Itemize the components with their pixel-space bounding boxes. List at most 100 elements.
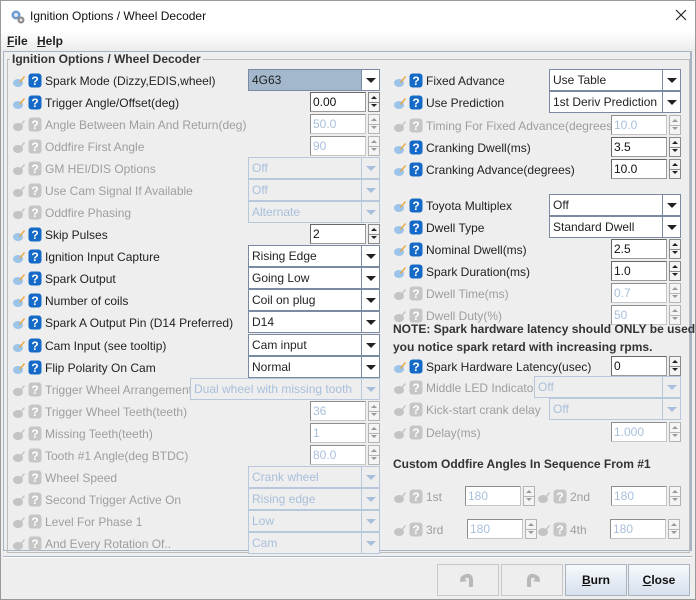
help-icon[interactable]: ? [409,140,423,155]
field-label: Fixed Advance [426,74,505,88]
svg-text:?: ? [31,427,38,441]
dropdown-value: Coil on plug [252,293,316,307]
spinner-arrows[interactable] [669,137,681,157]
help-icon[interactable]: ? [409,264,423,279]
help-icon[interactable]: ? [28,470,42,485]
help-icon[interactable]: ? [28,426,42,441]
help-icon[interactable]: ? [409,380,423,395]
help-icon[interactable]: ? [553,522,567,537]
chevron-down-icon[interactable] [361,357,379,377]
dropdown: Rising edge [248,488,380,510]
dropdown[interactable]: Rising Edge [248,245,380,267]
dropdown[interactable]: D14 [248,311,380,333]
help-icon[interactable]: ? [409,489,423,504]
help-icon[interactable]: ? [409,162,423,177]
close-icon[interactable] [673,7,689,23]
redo-button[interactable] [501,564,563,596]
close-button[interactable]: Close [628,564,690,596]
help-icon[interactable]: ? [28,492,42,507]
number-input[interactable]: 0 [611,356,667,376]
menu-file[interactable]: File [7,34,28,48]
arrow-down-icon [672,368,678,371]
chevron-down-icon[interactable] [662,70,680,90]
dropdown: Off [534,376,681,398]
number-input[interactable]: 10.0 [611,159,667,179]
chevron-down-icon[interactable] [361,312,379,332]
number-input[interactable]: 2.5 [611,239,667,259]
spinner-arrows[interactable] [669,159,681,179]
help-icon[interactable]: ? [28,183,42,198]
help-icon[interactable]: ? [28,249,42,264]
chevron-down-icon[interactable] [361,246,379,266]
menu-help[interactable]: Help [37,34,63,48]
help-icon[interactable]: ? [409,308,423,323]
help-icon[interactable]: ? [409,198,423,213]
chevron-down-icon[interactable] [361,70,379,90]
help-icon[interactable]: ? [28,95,42,110]
number-input[interactable]: 3.5 [611,137,667,157]
help-icon[interactable]: ? [28,404,42,419]
dropdown[interactable]: 1st Deriv Prediction [549,91,681,113]
help-icon[interactable]: ? [409,522,423,537]
chevron-down-icon[interactable] [361,268,379,288]
spinner-arrows[interactable] [368,224,380,244]
help-icon[interactable]: ? [28,73,42,88]
help-icon[interactable]: ? [28,139,42,154]
help-icon[interactable]: ? [28,293,42,308]
help-icon[interactable]: ? [409,242,423,257]
setting-row: ? Oddfire Phasing [12,203,131,223]
edit-icon [13,208,25,219]
help-icon[interactable]: ? [409,359,423,374]
dropdown[interactable]: 4G63 [248,69,380,91]
edit-icon [13,385,25,396]
help-icon[interactable]: ? [28,360,42,375]
spinner-arrows[interactable] [669,239,681,259]
undo-button[interactable] [437,564,499,596]
chevron-down-icon[interactable] [662,195,680,215]
number-input[interactable]: 0.00 [310,92,366,112]
dropdown: Dual wheel with missing tooth [190,378,380,400]
help-icon[interactable]: ? [409,220,423,235]
chevron-down-icon[interactable] [662,217,680,237]
number-input[interactable]: 1.0 [611,261,667,281]
help-icon[interactable]: ? [28,271,42,286]
help-icon[interactable]: ? [409,95,423,110]
spinner-arrows[interactable] [669,356,681,376]
help-icon[interactable]: ? [28,448,42,463]
help-icon[interactable]: ? [409,402,423,417]
edit-icon [538,525,550,536]
help-icon[interactable]: ? [28,205,42,220]
field-label: Dwell Time(ms) [426,287,509,301]
help-icon[interactable]: ? [409,425,423,440]
burn-button[interactable]: Burn [565,564,627,596]
help-icon[interactable]: ? [409,73,423,88]
dropdown[interactable]: Standard Dwell [549,216,681,238]
help-icon[interactable]: ? [28,382,42,397]
chevron-down-icon[interactable] [361,335,379,355]
help-icon[interactable]: ? [28,315,42,330]
help-icon[interactable]: ? [28,338,42,353]
number-input[interactable]: 2 [310,224,366,244]
dropdown[interactable]: Use Table [549,69,681,91]
help-icon[interactable]: ? [28,514,42,529]
help-icon[interactable]: ? [28,227,42,242]
spinner-arrows[interactable] [368,92,380,112]
help-icon[interactable]: ? [553,489,567,504]
dropdown[interactable]: Off [549,194,681,216]
dropdown[interactable]: Normal [248,356,380,378]
dropdown[interactable]: Going Low [248,267,380,289]
help-icon[interactable]: ? [28,161,42,176]
chevron-down-icon[interactable] [361,290,379,310]
help-icon[interactable]: ? [28,536,42,551]
setting-row: ? Trigger Wheel Teeth(teeth) [12,402,187,422]
spinner-arrows[interactable] [669,261,681,281]
number-input: 80.0 [310,445,366,465]
arrow-down-icon [672,149,678,152]
help-icon[interactable]: ? [28,117,42,132]
chevron-down-icon[interactable] [662,92,680,112]
help-icon[interactable]: ? [409,286,423,301]
field-label: Use Prediction [426,96,505,110]
help-icon[interactable]: ? [409,118,423,133]
dropdown[interactable]: Cam input [248,334,380,356]
dropdown[interactable]: Coil on plug [248,289,380,311]
